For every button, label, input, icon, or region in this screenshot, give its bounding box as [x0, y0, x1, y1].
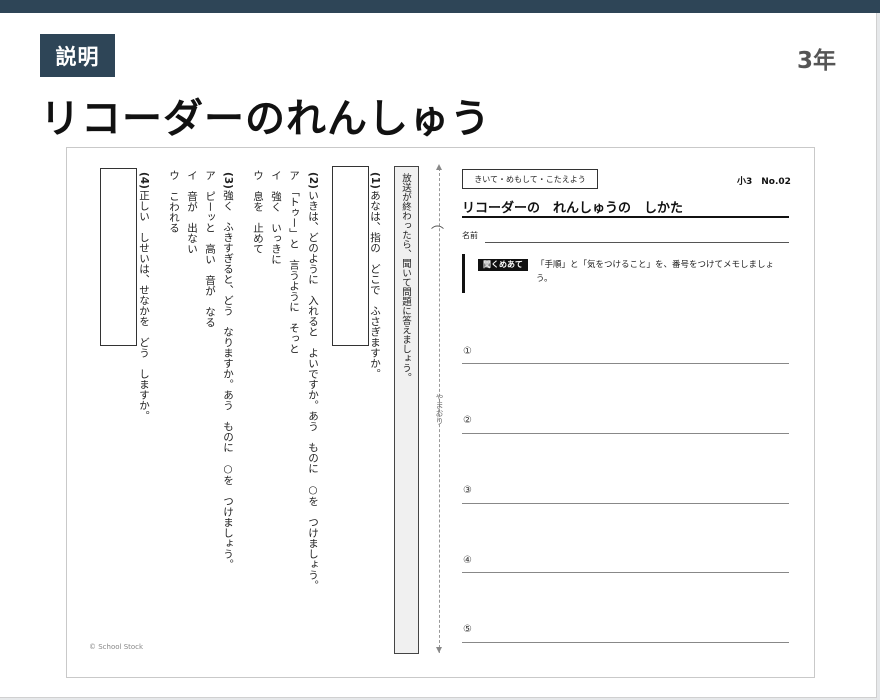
worksheet-number: 小3 No.02: [737, 177, 791, 187]
memo-number: ④: [463, 555, 472, 566]
question-text: 強く ふきすぎると、どう なりますか。あう ものに ○を つけましょう。: [222, 190, 234, 570]
question-number: (2): [307, 172, 319, 189]
memo-line: [462, 433, 789, 434]
worksheet-image: 放送が終わったら、聞いて問題に答えましょう。 (1) あなは、指の どこで ふさ…: [66, 147, 815, 678]
memo-number: ⑤: [463, 624, 472, 635]
prompt-tag: 聞くめあて: [478, 259, 528, 271]
title-rule: [462, 216, 789, 218]
choice-text: ウ 息を 止めて: [252, 170, 264, 254]
name-line: [485, 242, 789, 243]
page-title: リコーダーのれんしゅう: [40, 96, 491, 142]
choice-text: ウ こわれる: [168, 170, 180, 233]
question-text: いきは、どのように 入れると よいですか。あう ものに ○を つけましょう。: [307, 190, 319, 591]
memo-number: ①: [463, 346, 472, 357]
name-label: 名前: [462, 231, 478, 240]
question-number: (1): [369, 172, 381, 189]
top-bar: [0, 0, 880, 13]
choice-text: イ 音が 出ない: [186, 170, 198, 254]
choice-text: ア ピーッと 高い 音が なる: [204, 170, 216, 328]
worksheet-tag: きいて・めもして・こたえよう: [462, 169, 598, 189]
fold-arrow-up-icon: [436, 164, 442, 170]
prompt-text: 「手順」と「気をつけること」を、番号をつけてメモしましょう。: [536, 260, 775, 284]
choice-text: イ 強く いっきに: [270, 170, 282, 265]
memo-line: [462, 572, 789, 573]
category-badge: 説明: [40, 34, 115, 77]
fold-icon: ⌒: [431, 226, 445, 241]
answer-box: [332, 166, 369, 346]
memo-number: ②: [463, 415, 472, 426]
instruction-text: 放送が終わったら、聞いて問題に答えましょう。: [400, 173, 411, 382]
memo-number: ③: [463, 485, 472, 496]
instruction-box: 放送が終わったら、聞いて問題に答えましょう。: [394, 166, 419, 654]
fold-arrow-down-icon: [436, 647, 442, 653]
question-text: 正しい しせいは、せなかを どう しますか。: [138, 190, 150, 421]
worksheet-title: リコーダーの れんしゅうの しかた: [462, 201, 684, 216]
question-text: あなは、指の どこで ふさぎますか。: [369, 190, 381, 379]
slide-card: 説明 3年 リコーダーのれんしゅう 放送が終わったら、聞いて問題に答えましょう。…: [0, 0, 880, 698]
answer-box: [100, 168, 137, 346]
memo-line: [462, 363, 789, 364]
question-number: (4): [138, 172, 150, 189]
choice-text: ア 「トゥー」と 言うように そっと: [288, 170, 300, 354]
prompt-bar: [462, 254, 465, 293]
fold-label: やまおり: [435, 393, 444, 425]
copyright: © School Stock: [89, 643, 144, 651]
question-number: (3): [222, 172, 234, 189]
memo-line: [462, 503, 789, 504]
memo-line: [462, 642, 789, 643]
grade-label: 3年: [796, 48, 836, 74]
